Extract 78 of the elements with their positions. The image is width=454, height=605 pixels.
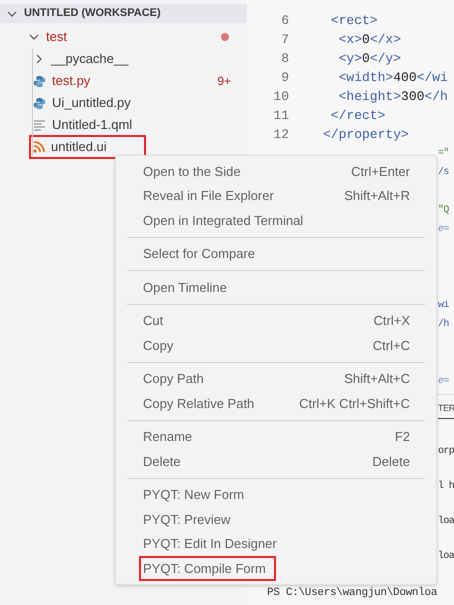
code-fragment: wi: [438, 298, 449, 313]
menu-label: PYQT: New Form: [143, 486, 244, 504]
menu-item[interactable]: Open Timeline: [116, 275, 436, 300]
menu-label: Cut: [143, 312, 164, 330]
menu-label: Open in Integrated Terminal: [143, 212, 304, 230]
file-name[interactable]: untitled.ui: [51, 137, 107, 157]
menu-item[interactable]: Copy Relative Path Ctrl+K Ctrl+Shift+C: [116, 391, 436, 416]
panel-tab[interactable]: TER: [438, 401, 454, 418]
code-fragment: /s: [438, 166, 449, 180]
file-name[interactable]: Untitled-1.qml: [52, 115, 132, 135]
workspace-title: UNTITLED (WORKSPACE): [24, 6, 161, 22]
menu-item[interactable]: PYQT: Edit In Designer: [116, 532, 436, 556]
terminal-fragment: orp: [438, 444, 454, 459]
menu-item[interactable]: Delete Delete: [116, 449, 436, 474]
code-line: <x>0</x>: [338, 30, 402, 49]
code-line: </rect>: [330, 106, 386, 125]
keyboard-shortcut: Ctrl+X: [374, 312, 410, 330]
code-line: <y>0</y>: [338, 50, 402, 68]
line-number: 7: [280, 30, 289, 49]
rss-icon: [33, 141, 45, 153]
keyboard-shortcut: Ctrl+C: [372, 336, 410, 354]
terminal-fragment: l h: [438, 480, 454, 494]
workspace-header[interactable]: UNTITLED (WORKSPACE): [0, 4, 247, 23]
python-icon: [33, 96, 46, 110]
code-line: <rect>: [330, 12, 378, 30]
code-line: <width>400</wi: [338, 68, 448, 87]
menu-label: Delete: [143, 452, 181, 470]
menu-item[interactable]: Copy Ctrl+C: [116, 333, 436, 358]
menu-item[interactable]: Reveal in File Explorer Shift+Alt+R: [116, 184, 436, 208]
line-number: 9: [280, 68, 289, 87]
terminal-fragment: loa: [438, 550, 454, 564]
menu-label: Copy: [143, 336, 174, 355]
keyboard-shortcut: F2: [394, 428, 410, 446]
menu-item[interactable]: PYQT: Preview: [116, 507, 436, 532]
menu-label: Rename: [143, 428, 192, 446]
text-lines-icon: [33, 118, 46, 132]
problem-count: 9+: [217, 73, 231, 90]
file-name[interactable]: test.py: [52, 71, 90, 91]
menu-item[interactable]: Cut Ctrl+X: [116, 308, 436, 333]
code-fragment: "Q: [438, 204, 449, 218]
menu-item[interactable]: Rename F2: [116, 424, 436, 449]
code-fragment: /h: [438, 318, 449, 332]
keyboard-shortcut: Shift+Alt+C: [344, 370, 410, 388]
menu-label: PYQT: Edit In Designer: [143, 535, 277, 553]
menu-label: Open to the Side: [143, 162, 241, 181]
menu-item[interactable]: PYQT: New Form: [116, 482, 436, 507]
keyboard-shortcut: Shift+Alt+R: [344, 187, 410, 205]
code-line: <height>300</h: [338, 88, 448, 106]
line-number: 12: [272, 126, 289, 144]
line-number: 6: [280, 12, 289, 30]
python-icon: [33, 74, 46, 88]
menu-item[interactable]: Copy Path Shift+Alt+C: [116, 366, 436, 391]
code-fragment: =": [438, 146, 449, 161]
menu-item[interactable]: Select for Compare: [116, 242, 436, 266]
highlight-frame: PYQT: Compile Form: [139, 556, 276, 581]
line-number: 11: [272, 106, 289, 125]
keyboard-shortcut: Delete: [372, 452, 410, 470]
menu-item[interactable]: Open in Integrated Terminal: [116, 208, 436, 232]
line-number: 10: [272, 88, 289, 106]
menu-item[interactable]: PYQT: Compile Form: [116, 556, 436, 580]
terminal-prompt: PS C:\Users\wangjun\Downloa: [267, 586, 438, 601]
menu-item[interactable]: Open to the Side Ctrl+Enter: [116, 159, 436, 184]
menu-label: PYQT: Preview: [143, 510, 230, 528]
code-fragment: e=: [438, 223, 449, 237]
file-name[interactable]: test: [46, 27, 67, 47]
menu-label: Copy Path: [143, 370, 204, 388]
file-name[interactable]: __pycache__: [51, 49, 128, 69]
menu-label: Copy Relative Path: [143, 394, 254, 413]
code-line: </property>: [323, 126, 409, 144]
line-number: 8: [280, 50, 289, 68]
menu-label: Open Timeline: [143, 278, 227, 297]
menu-label: Select for Compare: [143, 245, 255, 263]
keyboard-shortcut: Ctrl+K Ctrl+Shift+C: [299, 394, 410, 412]
code-fragment: e=: [438, 375, 449, 389]
menu-label: Reveal in File Explorer: [143, 187, 274, 205]
file-name[interactable]: Ui_untitled.py: [52, 93, 131, 113]
keyboard-shortcut: Ctrl+Enter: [351, 162, 410, 180]
terminal-fragment: loa: [438, 514, 454, 529]
